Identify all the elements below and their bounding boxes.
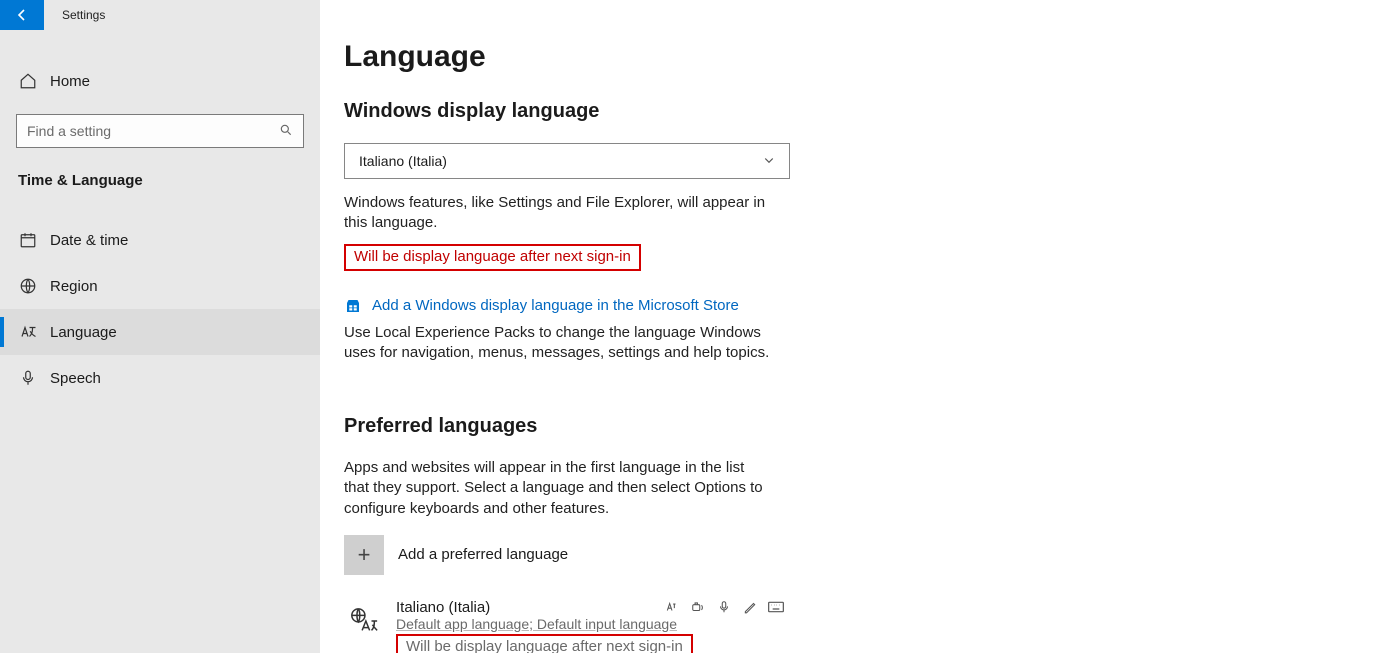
nav-item-language[interactable]: Language	[0, 309, 320, 355]
speech-recognition-icon	[716, 599, 732, 615]
search-icon	[279, 123, 293, 140]
main-content: Language Windows display language Italia…	[320, 0, 1385, 653]
chevron-down-icon	[763, 154, 775, 169]
store-description: Use Local Experience Packs to change the…	[344, 323, 784, 364]
language-feature-icons	[664, 599, 784, 615]
pending-notice-highlight: Will be display language after next sign…	[344, 244, 641, 271]
nav-item-label: Speech	[50, 370, 101, 387]
preferred-description: Apps and websites will appear in the fir…	[344, 458, 764, 519]
language-tile[interactable]: Italiano (Italia) Default app language; …	[344, 599, 784, 653]
handwriting-icon	[742, 599, 758, 615]
sidebar-section-title: Time & Language	[18, 172, 302, 189]
nav-item-region[interactable]: Region	[0, 263, 320, 309]
add-language-button[interactable]: + Add a preferred language	[344, 535, 1345, 575]
language-pack-icon	[344, 601, 384, 641]
home-icon	[18, 72, 38, 90]
keyboard-icon	[768, 599, 784, 615]
search-box[interactable]	[16, 114, 304, 148]
app-title: Settings	[62, 8, 105, 22]
back-button[interactable]	[0, 0, 44, 30]
store-icon	[344, 297, 362, 315]
preferred-heading: Preferred languages	[344, 415, 1345, 438]
language-icon	[18, 323, 38, 341]
arrow-left-icon	[14, 7, 30, 23]
preferred-languages-section: Preferred languages Apps and websites wi…	[344, 415, 1345, 653]
language-subtitle: Default app language; Default input lang…	[396, 616, 784, 632]
nav-item-label: Date & time	[50, 232, 128, 249]
search-input[interactable]	[27, 123, 279, 139]
display-language-description: Windows features, like Settings and File…	[344, 193, 784, 234]
language-pending-highlight: Will be display language after next sign…	[396, 634, 693, 653]
titlebar: Settings	[0, 0, 320, 30]
calendar-icon	[18, 231, 38, 249]
store-link-text: Add a Windows display language in the Mi…	[372, 297, 739, 314]
nav-item-label: Language	[50, 324, 117, 341]
text-to-speech-icon	[690, 599, 706, 615]
globe-icon	[18, 277, 38, 295]
page-title: Language	[344, 40, 1345, 74]
display-language-heading: Windows display language	[344, 100, 1345, 123]
nav-list: Date & time Region Language Speech	[0, 217, 320, 401]
language-pending-text: Will be display language after next sign…	[406, 638, 683, 653]
nav-item-label: Region	[50, 278, 98, 295]
display-language-icon	[664, 599, 680, 615]
add-language-label: Add a preferred language	[398, 546, 568, 563]
display-language-dropdown[interactable]: Italiano (Italia)	[344, 143, 790, 179]
dropdown-value: Italiano (Italia)	[359, 153, 447, 169]
store-link-row[interactable]: Add a Windows display language in the Mi…	[344, 297, 1345, 315]
pending-notice-text: Will be display language after next sign…	[354, 248, 631, 265]
search-container	[16, 114, 304, 148]
microphone-icon	[18, 369, 38, 387]
nav-home-label: Home	[50, 73, 90, 90]
nav-home[interactable]: Home	[0, 62, 320, 100]
sidebar: Settings Home Time & Language Date & tim…	[0, 0, 320, 653]
plus-icon: +	[344, 535, 384, 575]
nav-item-speech[interactable]: Speech	[0, 355, 320, 401]
nav-item-datetime[interactable]: Date & time	[0, 217, 320, 263]
